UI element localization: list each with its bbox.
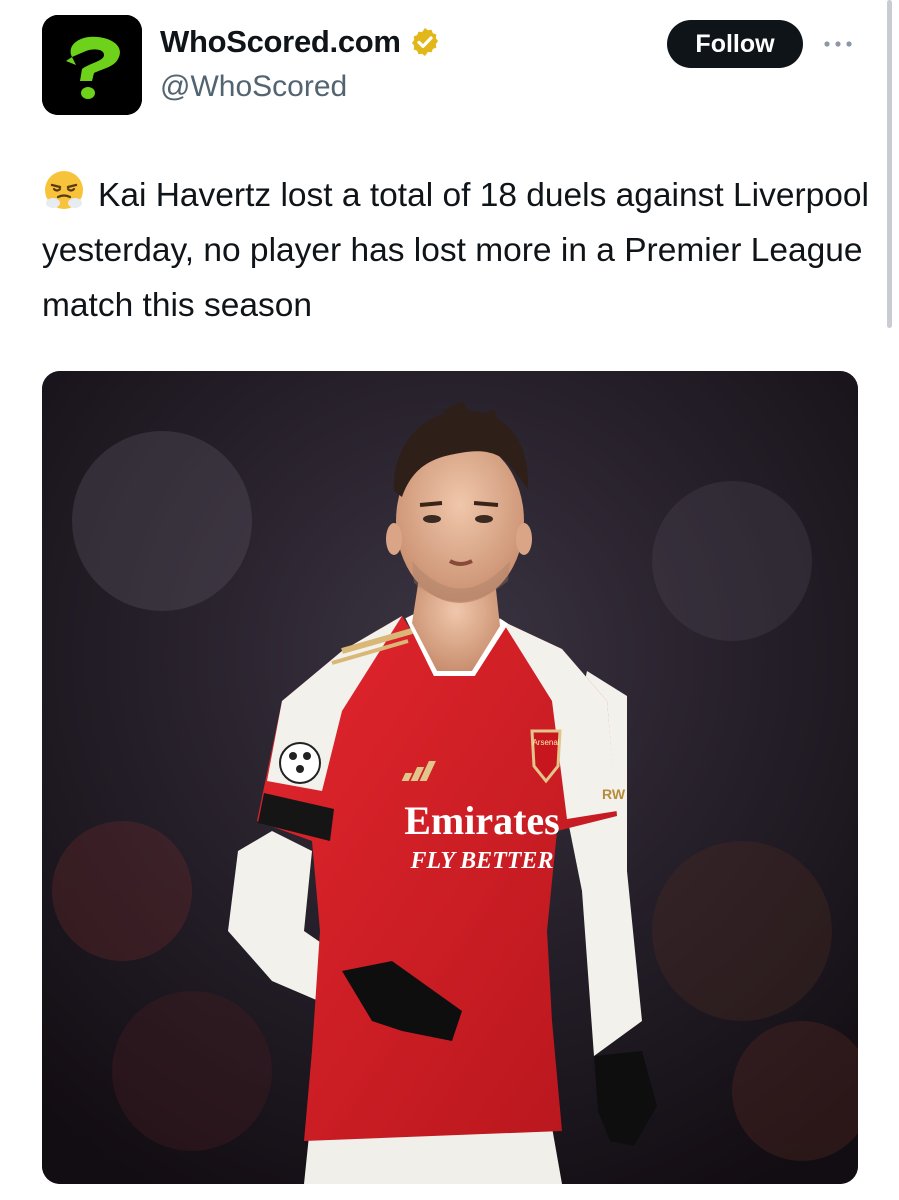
follow-button[interactable]: Follow bbox=[667, 20, 803, 68]
account-handle[interactable]: @WhoScored bbox=[160, 70, 347, 104]
sleeve-sponsor-text: RW bbox=[602, 786, 626, 802]
post-card: WhoScored.com @WhoScored Follow Kai Have… bbox=[0, 0, 899, 1200]
more-options-icon[interactable] bbox=[820, 34, 856, 54]
club-crest-text: Arsenal bbox=[532, 738, 559, 747]
scrollbar[interactable] bbox=[887, 0, 892, 328]
player-photo-illustration: Arsenal Emirates FLY BETTER RW bbox=[42, 371, 858, 1184]
post-body: Kai Havertz lost a total of 18 duels aga… bbox=[42, 177, 869, 324]
question-mark-logo-icon bbox=[42, 15, 142, 115]
post-text: Kai Havertz lost a total of 18 duels aga… bbox=[42, 168, 872, 333]
steaming-angry-face-icon bbox=[45, 171, 83, 209]
post-photo[interactable]: Arsenal Emirates FLY BETTER RW bbox=[42, 371, 858, 1184]
name-row: WhoScored.com bbox=[160, 24, 441, 60]
shirt-sponsor-text: Emirates bbox=[404, 798, 560, 843]
avatar[interactable] bbox=[42, 15, 142, 115]
display-name[interactable]: WhoScored.com bbox=[160, 24, 401, 60]
verified-badge-icon bbox=[411, 28, 438, 56]
shirt-slogan-text: FLY BETTER bbox=[410, 848, 554, 874]
